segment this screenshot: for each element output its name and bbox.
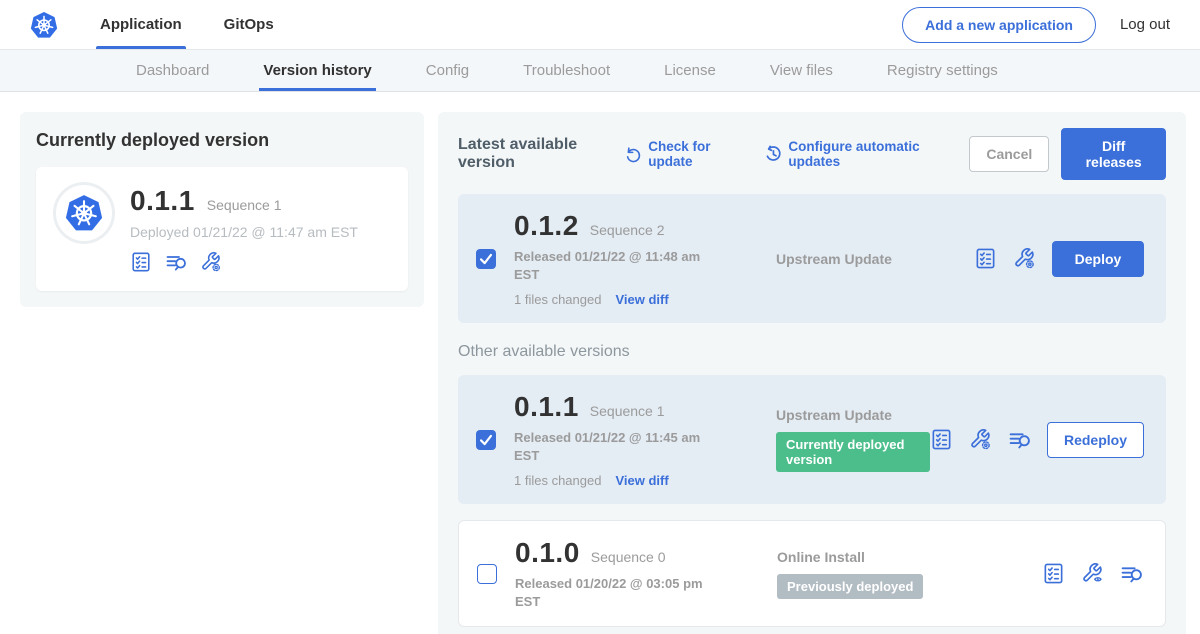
currently-deployed-panel: Currently deployed version 0.1.1 Sequenc… [20, 112, 424, 307]
subnav-item-view-files[interactable]: View files [770, 50, 833, 91]
edit-config-icon[interactable] [969, 428, 992, 451]
configure-updates-link[interactable]: Configure automatic updates [764, 139, 943, 169]
deployed-version-number: 0.1.1 [130, 185, 195, 217]
view-config-icon[interactable] [1081, 562, 1104, 585]
check-for-update-link[interactable]: Check for update [625, 139, 738, 169]
version-actions [1042, 562, 1143, 585]
row-gap [458, 504, 1166, 520]
version-actions: Redeploy [930, 422, 1144, 458]
app-kubernetes-icon [56, 185, 112, 241]
sequence-label: Sequence 2 [590, 222, 665, 238]
redeploy-button[interactable]: Redeploy [1047, 422, 1144, 458]
app-header: Application GitOps Add a new application… [0, 0, 1200, 50]
preflight-checks-icon[interactable] [930, 428, 953, 451]
version-source: Upstream Update Currently deployed versi… [776, 407, 930, 472]
latest-version-header: Latest available version Check for updat… [458, 128, 1166, 180]
deployed-timestamp: Deployed 01/21/22 @ 11:47 am EST [130, 224, 358, 240]
source-label: Upstream Update [776, 251, 974, 267]
source-label: Upstream Update [776, 407, 930, 423]
version-checkbox[interactable] [476, 430, 496, 450]
kubernetes-logo-icon [28, 0, 60, 49]
tab-gitops[interactable]: GitOps [220, 0, 278, 49]
released-timestamp: Released 01/21/22 @ 11:45 am EST [514, 429, 704, 464]
deploy-logs-icon[interactable] [1008, 428, 1031, 451]
version-checkbox[interactable] [476, 249, 496, 269]
currently-deployed-title: Currently deployed version [36, 130, 408, 151]
subnav-item-version-history[interactable]: Version history [263, 50, 371, 91]
deployed-version-info: 0.1.1 Sequence 1 Deployed 01/21/22 @ 11:… [130, 185, 358, 273]
version-info: 0.1.2 Sequence 2 Released 01/21/22 @ 11:… [514, 210, 720, 307]
other-versions-title: Other available versions [458, 343, 1166, 361]
version-info: 0.1.0 Sequence 0 Released 01/20/22 @ 03:… [515, 537, 721, 610]
deployed-version-card: 0.1.1 Sequence 1 Deployed 01/21/22 @ 11:… [36, 167, 408, 291]
files-changed-label: 1 files changed [514, 292, 601, 307]
version-source: Online Install Previously deployed [777, 549, 1042, 599]
version-checkbox[interactable] [477, 564, 497, 584]
app-subnav: Dashboard Version history Config Trouble… [0, 50, 1200, 92]
version-row-0-1-2: 0.1.2 Sequence 2 Released 01/21/22 @ 11:… [458, 194, 1166, 323]
refresh-icon [625, 146, 642, 163]
sequence-label: Sequence 0 [591, 549, 666, 565]
cancel-button[interactable]: Cancel [969, 136, 1049, 172]
currently-deployed-badge: Currently deployed version [776, 432, 930, 472]
previously-deployed-badge: Previously deployed [777, 574, 923, 599]
subnav-item-config[interactable]: Config [426, 50, 469, 91]
add-application-button[interactable]: Add a new application [902, 7, 1096, 43]
preflight-checks-icon[interactable] [1042, 562, 1065, 585]
files-changed-label: 1 files changed [514, 473, 601, 488]
header-spacer [312, 0, 902, 49]
subnav-item-troubleshoot[interactable]: Troubleshoot [523, 50, 610, 91]
deploy-button[interactable]: Deploy [1052, 241, 1144, 277]
version-row-0-1-1: 0.1.1 Sequence 1 Released 01/21/22 @ 11:… [458, 375, 1166, 504]
version-number: 0.1.1 [514, 391, 579, 423]
version-number: 0.1.2 [514, 210, 579, 242]
version-actions: Deploy [974, 241, 1144, 277]
latest-version-title: Latest available version [458, 136, 611, 172]
subnav-item-registry-settings[interactable]: Registry settings [887, 50, 998, 91]
source-label: Online Install [777, 549, 1042, 565]
released-timestamp: Released 01/20/22 @ 03:05 pm EST [515, 575, 705, 610]
version-source: Upstream Update [776, 251, 974, 267]
preflight-checks-icon[interactable] [974, 247, 997, 270]
released-timestamp: Released 01/21/22 @ 11:48 am EST [514, 248, 704, 283]
version-info: 0.1.1 Sequence 1 Released 01/21/22 @ 11:… [514, 391, 720, 488]
deployed-sequence-label: Sequence 1 [207, 197, 282, 213]
diff-releases-button[interactable]: Diff releases [1061, 128, 1166, 180]
version-row-0-1-0: 0.1.0 Sequence 0 Released 01/20/22 @ 03:… [458, 520, 1166, 627]
clock-refresh-icon [764, 145, 782, 163]
tab-application[interactable]: Application [96, 0, 186, 49]
view-diff-link[interactable]: View diff [615, 473, 668, 488]
preflight-checks-icon[interactable] [130, 251, 152, 273]
main-content: Currently deployed version 0.1.1 Sequenc… [0, 92, 1200, 634]
logout-button[interactable]: Log out [1096, 0, 1200, 49]
sequence-label: Sequence 1 [590, 403, 665, 419]
version-history-panel: Latest available version Check for updat… [438, 112, 1186, 634]
subnav-item-dashboard[interactable]: Dashboard [136, 50, 209, 91]
version-number: 0.1.0 [515, 537, 580, 569]
view-diff-link[interactable]: View diff [615, 292, 668, 307]
deploy-logs-icon[interactable] [1120, 562, 1143, 585]
configure-updates-label: Configure automatic updates [788, 139, 943, 169]
edit-config-icon[interactable] [1013, 247, 1036, 270]
subnav-item-license[interactable]: License [664, 50, 716, 91]
deploy-logs-icon[interactable] [165, 251, 187, 273]
edit-config-icon[interactable] [200, 251, 222, 273]
check-for-update-label: Check for update [648, 139, 738, 169]
